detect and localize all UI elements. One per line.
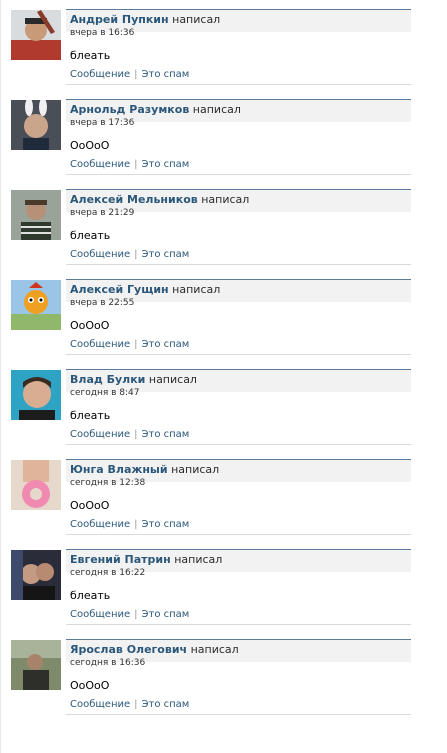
message-link[interactable]: Сообщение [70, 519, 130, 530]
message-link[interactable]: Сообщение [70, 429, 130, 440]
actions-separator: | [134, 69, 138, 80]
actions-separator: | [134, 249, 138, 260]
post-divider [66, 534, 411, 535]
post-actions: Сообщение | Это спам [70, 609, 189, 620]
post-divider [66, 174, 411, 175]
post-timestamp: сегодня в 8:47 [70, 388, 140, 398]
author-link[interactable]: Алексей Мельников [70, 193, 198, 206]
avatar[interactable] [11, 190, 61, 240]
avatar[interactable] [11, 10, 61, 60]
author-link[interactable]: Евгений Патрин [70, 553, 171, 566]
post-divider [66, 444, 411, 445]
wall-post: Влад Булки написал сегодня в 8:47 блеать… [0, 369, 447, 459]
wall-post: Ярослав Олегович написал сегодня в 16:36… [0, 639, 447, 729]
post-timestamp: вчера в 22:55 [70, 298, 135, 308]
post-actions: Сообщение | Это спам [70, 519, 189, 530]
post-text: OoOoO [70, 139, 110, 152]
post-text: OoOoO [70, 319, 110, 332]
spam-link[interactable]: Это спам [142, 249, 190, 260]
post-action-label: написал [172, 283, 221, 296]
spam-link[interactable]: Это спам [142, 339, 190, 350]
avatar[interactable] [11, 460, 61, 510]
wall-post: Евгений Патрин написал сегодня в 16:22 б… [0, 549, 447, 639]
wall-post: Андрей Пупкин написал вчера в 16:36 блеа… [0, 9, 447, 99]
post-actions: Сообщение | Это спам [70, 339, 189, 350]
post-divider [66, 354, 411, 355]
post-text: OoOoO [70, 679, 110, 692]
actions-separator: | [134, 609, 138, 620]
post-action-label: написал [174, 553, 223, 566]
avatar[interactable] [11, 370, 61, 420]
author-link[interactable]: Юнга Влажный [70, 463, 168, 476]
post-timestamp: вчера в 21:29 [70, 208, 135, 218]
wall-post: Алексей Мельников написал вчера в 21:29 … [0, 189, 447, 279]
post-action-label: написал [190, 643, 239, 656]
message-link[interactable]: Сообщение [70, 609, 130, 620]
post-actions: Сообщение | Это спам [70, 159, 189, 170]
wall-post: Юнга Влажный написал сегодня в 12:38 OoO… [0, 459, 447, 549]
avatar[interactable] [11, 100, 61, 150]
actions-separator: | [134, 429, 138, 440]
post-text: блеать [70, 409, 111, 422]
message-link[interactable]: Сообщение [70, 249, 130, 260]
post-text: блеать [70, 49, 111, 62]
author-link[interactable]: Арнольд Разумков [70, 103, 189, 116]
post-timestamp: сегодня в 16:22 [70, 568, 146, 578]
spam-link[interactable]: Это спам [142, 159, 190, 170]
post-divider [66, 714, 411, 715]
message-link[interactable]: Сообщение [70, 339, 130, 350]
post-actions: Сообщение | Это спам [70, 249, 189, 260]
spam-link[interactable]: Это спам [142, 519, 190, 530]
message-link[interactable]: Сообщение [70, 699, 130, 710]
author-link[interactable]: Алексей Гущин [70, 283, 169, 296]
post-timestamp: сегодня в 12:38 [70, 478, 146, 488]
post-text: блеать [70, 589, 111, 602]
spam-link[interactable]: Это спам [142, 609, 190, 620]
avatar[interactable] [11, 550, 61, 600]
post-action-label: написал [192, 103, 241, 116]
post-actions: Сообщение | Это спам [70, 69, 189, 80]
wall-post: Арнольд Разумков написал вчера в 17:36 O… [0, 99, 447, 189]
author-link[interactable]: Влад Булки [70, 373, 145, 386]
spam-link[interactable]: Это спам [142, 699, 190, 710]
post-actions: Сообщение | Это спам [70, 429, 189, 440]
post-actions: Сообщение | Это спам [70, 699, 189, 710]
actions-separator: | [134, 159, 138, 170]
post-action-label: написал [171, 463, 220, 476]
post-text: OoOoO [70, 499, 110, 512]
spam-link[interactable]: Это спам [142, 429, 190, 440]
post-divider [66, 84, 411, 85]
post-action-label: написал [148, 373, 197, 386]
message-link[interactable]: Сообщение [70, 69, 130, 80]
post-timestamp: вчера в 16:36 [70, 28, 135, 38]
avatar[interactable] [11, 640, 61, 690]
avatar[interactable] [11, 280, 61, 330]
post-timestamp: вчера в 17:36 [70, 118, 135, 128]
message-link[interactable]: Сообщение [70, 159, 130, 170]
wall-post: Алексей Гущин написал вчера в 22:55 OoOo… [0, 279, 447, 369]
author-link[interactable]: Андрей Пупкин [70, 13, 169, 26]
actions-separator: | [134, 339, 138, 350]
post-text: блеать [70, 229, 111, 242]
spam-link[interactable]: Это спам [142, 69, 190, 80]
post-action-label: написал [201, 193, 250, 206]
post-action-label: написал [172, 13, 221, 26]
actions-separator: | [134, 699, 138, 710]
post-timestamp: сегодня в 16:36 [70, 658, 146, 668]
post-divider [66, 264, 411, 265]
post-divider [66, 624, 411, 625]
actions-separator: | [134, 519, 138, 530]
author-link[interactable]: Ярослав Олегович [70, 643, 187, 656]
